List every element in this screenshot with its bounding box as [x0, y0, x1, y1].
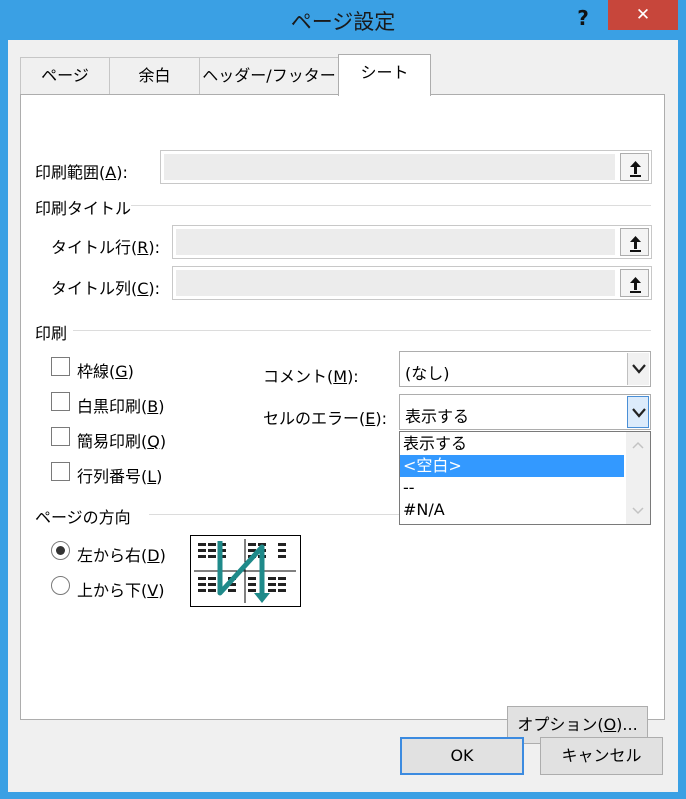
black-and-white-label[interactable]: 白黒印刷(B) — [77, 393, 164, 417]
cell-errors-select[interactable]: 表示する — [399, 394, 651, 430]
cell-errors-label: セルのエラー(E): — [263, 409, 387, 428]
title-bar[interactable]: ページ設定 ? ✕ — [0, 0, 686, 40]
close-button[interactable]: ✕ — [608, 0, 678, 30]
print-area-label: 印刷範囲(A): — [35, 163, 128, 182]
collapse-dialog-icon — [630, 161, 641, 177]
draft-quality-checkbox[interactable] — [51, 427, 70, 446]
over-then-down-radio[interactable] — [51, 576, 70, 595]
print-area-input[interactable] — [164, 154, 615, 180]
title-rows-field[interactable] — [172, 225, 652, 259]
dropdown-option[interactable]: 表示する — [400, 433, 624, 455]
chevron-up-icon[interactable] — [632, 441, 644, 449]
sheet-tab-panel: 印刷範囲(A): 印刷タイトル タイトル行(R): タイトル列(C): 印刷 枠… — [20, 94, 665, 744]
print-titles-section-label: 印刷タイトル — [35, 199, 132, 218]
title-columns-input[interactable] — [176, 270, 615, 296]
page-order-section-label: ページの方向 — [35, 508, 131, 527]
help-button[interactable]: ? — [568, 4, 598, 32]
row-column-headings-label[interactable]: 行列番号(L) — [77, 463, 162, 487]
chevron-down-icon[interactable] — [632, 507, 644, 515]
down-then-over-radio[interactable] — [51, 541, 70, 560]
print-area-field[interactable] — [160, 150, 652, 184]
draft-quality-label[interactable]: 簡易印刷(Q) — [77, 428, 166, 452]
tab-page[interactable]: ページ — [20, 57, 110, 94]
tab-sheet[interactable]: シート — [338, 54, 431, 96]
divider — [131, 205, 651, 206]
radio-dot — [56, 546, 65, 555]
collapse-dialog-icon — [630, 236, 641, 252]
scrollbar-arrows — [632, 441, 644, 515]
tab-margins[interactable]: 余白 — [109, 57, 200, 94]
gridlines-label[interactable]: 枠線(G) — [77, 358, 134, 382]
dropdown-scrollbar[interactable] — [626, 432, 650, 524]
cancel-button[interactable]: キャンセル — [540, 737, 663, 775]
title-rows-label: タイトル行(R): — [51, 238, 161, 257]
comments-dropdown-button[interactable] — [627, 353, 649, 385]
over-then-down-label[interactable]: 上から下(V) — [77, 577, 164, 601]
ok-button[interactable]: OK — [400, 737, 524, 775]
dropdown-option[interactable]: -- — [400, 477, 624, 499]
comments-label: コメント(M): — [263, 367, 359, 386]
print-section-label: 印刷 — [35, 324, 68, 343]
tab-header-footer[interactable]: ヘッダー/フッター — [199, 57, 339, 94]
collapse-dialog-button[interactable] — [620, 153, 649, 181]
title-columns-label: タイトル列(C): — [51, 279, 161, 298]
page-order-preview-image — [190, 535, 301, 607]
comments-value: (なし) — [405, 364, 450, 383]
divider — [149, 514, 399, 515]
comments-select[interactable]: (なし) — [399, 351, 651, 387]
cell-errors-dropdown-list: 表示する <空白> -- #N/A — [399, 431, 651, 525]
collapse-dialog-button[interactable] — [620, 269, 649, 297]
cell-errors-dropdown-button[interactable] — [627, 396, 649, 428]
collapse-dialog-icon — [630, 277, 641, 293]
dropdown-option[interactable]: #N/A — [400, 499, 624, 521]
black-and-white-checkbox[interactable] — [51, 392, 70, 411]
gridlines-checkbox[interactable] — [51, 357, 70, 376]
title-columns-field[interactable] — [172, 266, 652, 300]
cell-errors-value: 表示する — [405, 407, 470, 426]
chevron-down-icon — [632, 408, 646, 418]
row-column-headings-checkbox[interactable] — [51, 462, 70, 481]
dialog-window: ページ設定 ? ✕ ページ 余白 ヘッダー/フッター シート 印刷範囲(A): … — [0, 0, 686, 799]
dropdown-option[interactable]: <空白> — [400, 455, 624, 477]
down-then-over-label[interactable]: 左から右(D) — [77, 542, 166, 566]
divider — [73, 330, 651, 331]
collapse-dialog-button[interactable] — [620, 228, 649, 256]
dialog-client: ページ 余白 ヘッダー/フッター シート 印刷範囲(A): 印刷タイトル タイト… — [8, 40, 678, 792]
title-rows-input[interactable] — [176, 229, 615, 255]
chevron-down-icon — [632, 364, 646, 374]
